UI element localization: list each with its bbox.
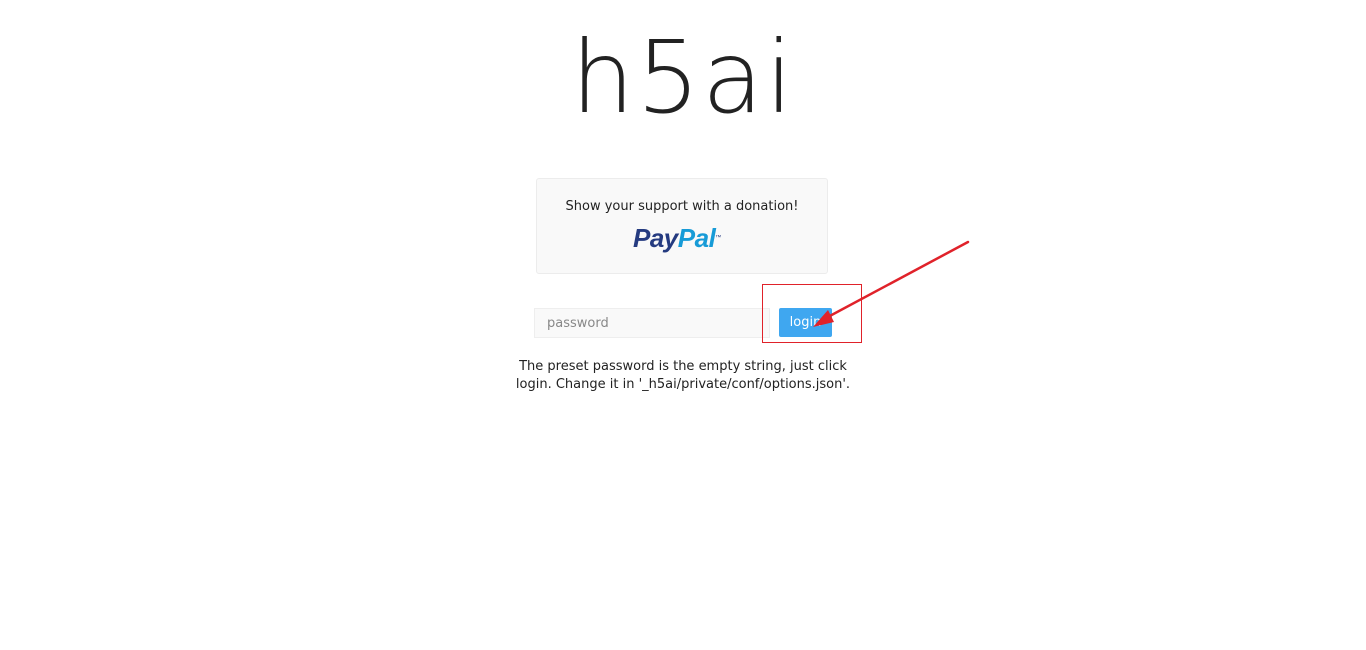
paypal-logo[interactable]: PayPal™ [633,223,721,253]
password-hint: The preset password is the empty string,… [515,359,851,392]
paypal-logo-pay: Pay [633,223,678,253]
password-input[interactable] [534,308,770,338]
donation-box: Show your support with a donation! PayPa… [536,178,828,274]
donation-text: Show your support with a donation! [565,199,799,214]
paypal-logo-pal: Pal [677,223,716,253]
login-button[interactable]: login [779,308,832,337]
paypal-trademark: ™ [715,235,721,241]
app-logo: h5ai [570,19,796,136]
